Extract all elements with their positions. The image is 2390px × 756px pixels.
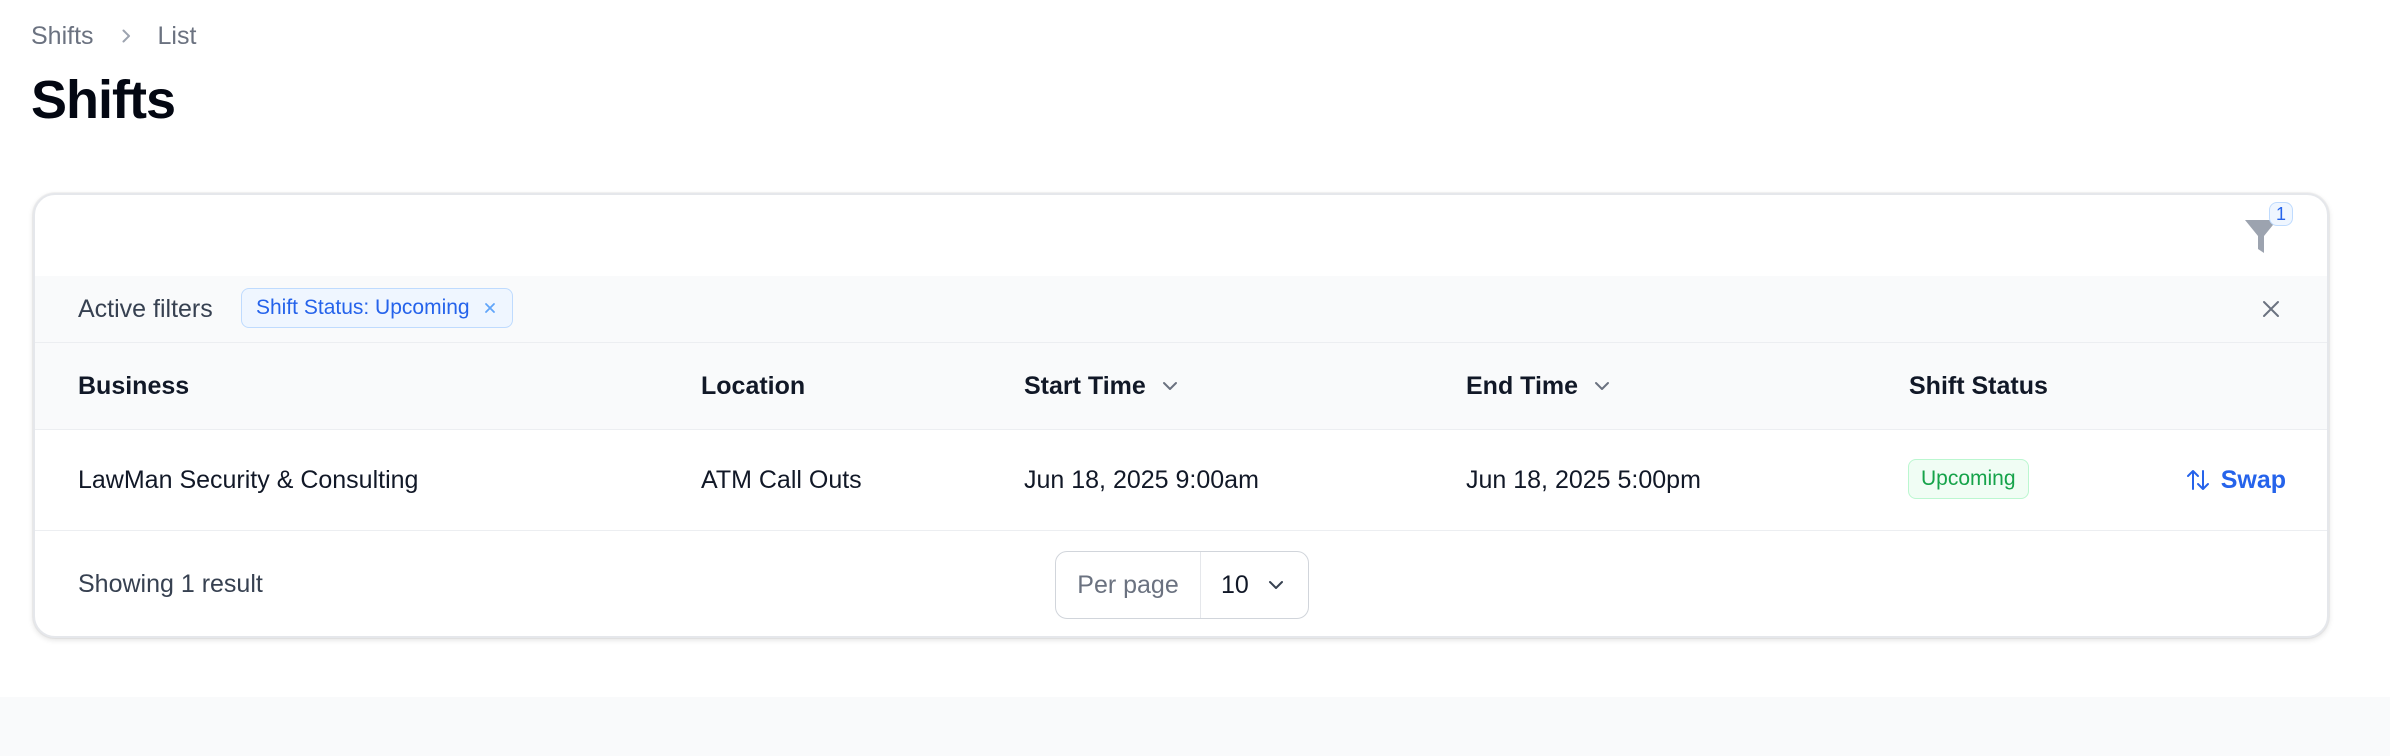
- page-bottom-area: [0, 697, 2390, 756]
- table-toolbar: 1: [35, 195, 2327, 277]
- cell-start-time: Jun 18, 2025 9:00am: [1024, 466, 1259, 494]
- per-page-label: Per page: [1056, 552, 1201, 618]
- cell-end-time: Jun 18, 2025 5:00pm: [1466, 466, 1701, 494]
- per-page-value: 10: [1221, 570, 1249, 599]
- active-filters-bar: Active filters Shift Status: Upcoming: [35, 276, 2327, 343]
- cell-location: ATM Call Outs: [701, 466, 862, 494]
- table-row[interactable]: LawMan Security & Consulting ATM Call Ou…: [35, 430, 2327, 531]
- chevron-down-icon: [1592, 376, 1612, 396]
- column-header-start-time[interactable]: Start Time: [1024, 343, 1180, 429]
- chevron-down-icon: [1160, 376, 1180, 396]
- filter-button[interactable]: 1: [2243, 202, 2293, 257]
- page-title: Shifts: [31, 70, 176, 130]
- chevron-right-icon: [111, 21, 141, 51]
- swap-button-label: Swap: [2220, 465, 2286, 494]
- table-footer: Showing 1 result Per page 10: [35, 531, 2327, 636]
- status-badge: Upcoming: [1908, 459, 2029, 499]
- column-header-label: Shift Status: [1909, 372, 2048, 400]
- per-page-select[interactable]: 10: [1201, 552, 1308, 618]
- breadcrumb-item-list: List: [157, 22, 197, 50]
- chevron-down-icon: [1265, 574, 1287, 596]
- column-header-label: Start Time: [1024, 372, 1146, 400]
- column-header-label: End Time: [1466, 372, 1579, 400]
- column-header-label: Location: [701, 372, 806, 400]
- column-header-end-time[interactable]: End Time: [1466, 343, 1612, 429]
- shifts-table-card: 1 Active filters Shift Status: Upcoming …: [33, 193, 2329, 638]
- active-filters-label: Active filters: [78, 295, 213, 323]
- breadcrumb-item-shifts[interactable]: Shifts: [31, 18, 94, 54]
- close-icon: [2263, 301, 2279, 317]
- funnel-icon: [2243, 220, 2279, 261]
- results-count: Showing 1 result: [78, 570, 263, 598]
- swap-button[interactable]: Swap: [2185, 430, 2286, 530]
- column-header-shift-status: Shift Status: [1909, 343, 2048, 429]
- filter-chip-label: Shift Status: Upcoming: [256, 296, 470, 319]
- swap-arrows-icon: [2185, 467, 2211, 493]
- column-header-business: Business: [78, 343, 189, 429]
- per-page-control: Per page 10: [1055, 551, 1309, 619]
- column-header-label: Business: [78, 372, 190, 400]
- filter-chip-shift-status: Shift Status: Upcoming: [241, 288, 513, 328]
- table-header: Business Location Start Time End Time Sh…: [35, 343, 2327, 430]
- clear-filters-button[interactable]: [2259, 297, 2283, 321]
- cell-business: LawMan Security & Consulting: [78, 466, 419, 494]
- column-header-location: Location: [701, 343, 805, 429]
- filter-count-badge: 1: [2269, 202, 2293, 226]
- remove-filter-icon[interactable]: [482, 300, 498, 316]
- breadcrumb: Shifts List: [31, 18, 196, 54]
